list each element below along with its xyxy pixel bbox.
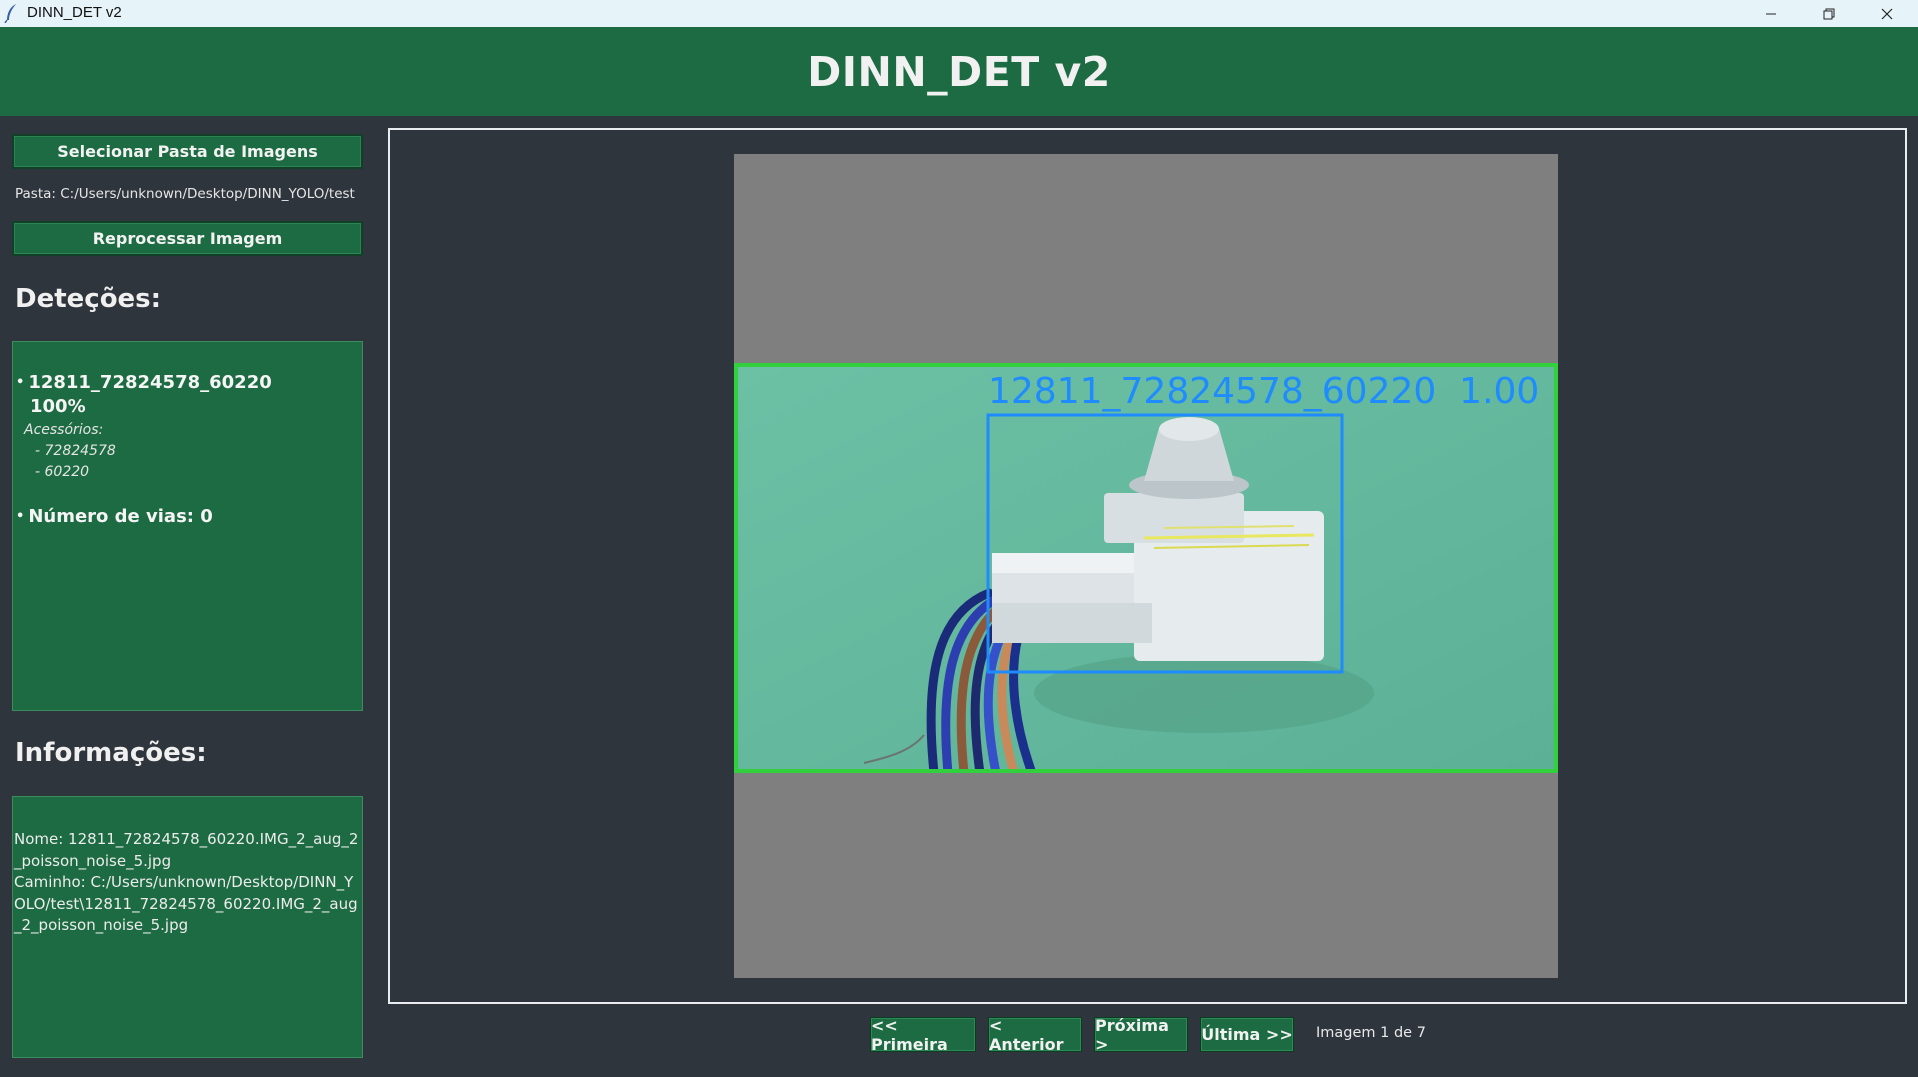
minimize-button[interactable]: [1742, 0, 1800, 27]
info-text: Nome: 12811_72824578_60220.IMG_2_aug_2_p…: [14, 829, 364, 937]
reprocess-image-button[interactable]: Reprocessar Imagem: [12, 221, 363, 256]
minimize-icon: [1765, 8, 1777, 20]
image-counter: Imagem 1 de 7: [1316, 1025, 1426, 1041]
bullet-icon: •: [16, 509, 25, 524]
app-header: DINN_DET v2: [0, 27, 1918, 116]
window-titlebar: DINN_DET v2: [0, 0, 1918, 27]
vias-count-text: Número de vias: 0: [28, 506, 213, 527]
feather-icon: [4, 3, 18, 24]
accessories-label: Acessórios:: [24, 422, 104, 438]
detection-confidence: 100%: [30, 396, 86, 417]
detection-box-label: 12811_72824578_60220 1.00: [988, 371, 1539, 412]
info-panel: Nome: 12811_72824578_60220.IMG_2_aug_2_p…: [12, 796, 363, 1058]
last-image-button[interactable]: Última >>: [1200, 1017, 1294, 1052]
info-name: Nome: 12811_72824578_60220.IMG_2_aug_2_p…: [14, 830, 359, 870]
select-folder-button[interactable]: Selecionar Pasta de Imagens: [12, 134, 363, 169]
close-icon: [1881, 8, 1893, 20]
folder-path-label: Pasta: C:/Users/unknown/Desktop/DINN_YOL…: [15, 186, 355, 202]
first-image-button[interactable]: << Primeira: [870, 1016, 976, 1054]
restore-button[interactable]: [1800, 0, 1858, 27]
detection-class-name: 12811_72824578_60220: [28, 372, 272, 393]
next-image-button[interactable]: Próxima >: [1094, 1016, 1188, 1054]
detection-class: • 12811_72824578_60220: [16, 372, 272, 393]
window-title: DINN_DET v2: [27, 4, 122, 21]
bullet-icon: •: [16, 375, 25, 390]
detections-heading: Deteções:: [15, 284, 162, 314]
close-button[interactable]: [1858, 0, 1916, 27]
app-title: DINN_DET v2: [807, 47, 1111, 96]
image-canvas: 12811_72824578_60220 1.00: [734, 154, 1558, 978]
info-path: Caminho: C:/Users/unknown/Desktop/DINN_Y…: [14, 873, 358, 934]
accessory-item: - 60220: [35, 464, 90, 480]
previous-image-button[interactable]: < Anterior: [988, 1016, 1082, 1054]
vias-count: • Número de vias: 0: [16, 506, 213, 527]
info-heading: Informações:: [15, 738, 207, 768]
accessory-item: - 72824578: [35, 443, 116, 459]
detections-panel: • 12811_72824578_60220 100% Acessórios: -…: [12, 341, 363, 711]
restore-icon: [1823, 8, 1835, 20]
detection-photo: 12811_72824578_60220 1.00: [734, 363, 1558, 773]
